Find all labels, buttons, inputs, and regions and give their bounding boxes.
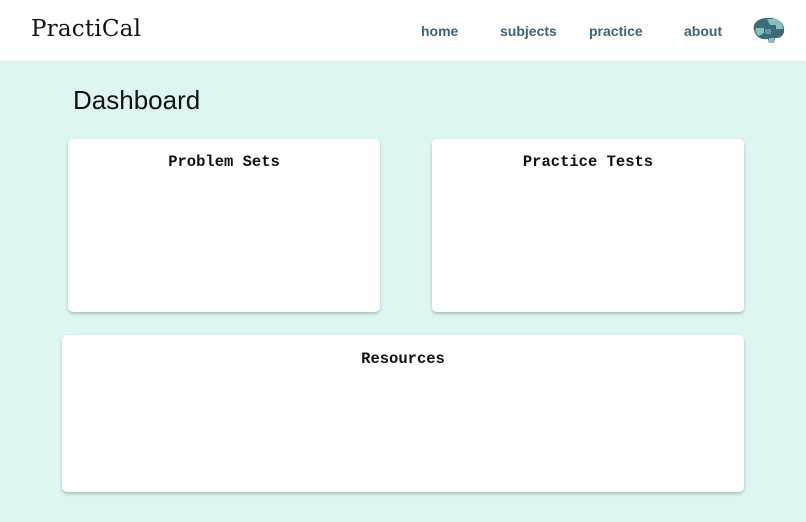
card-title-resources: Resources [361, 350, 445, 368]
card-title-problem-sets: Problem Sets [168, 153, 280, 171]
nav-subjects[interactable]: subjects [500, 23, 557, 39]
problem-sets-card[interactable]: Problem Sets [68, 139, 380, 312]
nav-practice[interactable]: practice [589, 23, 643, 39]
nav-home[interactable]: home [421, 23, 458, 39]
resources-card[interactable]: Resources [62, 335, 744, 492]
page-title: Dashboard [73, 85, 201, 115]
brand-logo-text[interactable]: PractiCal [31, 16, 141, 42]
top-navbar: PractiCal home subjects practice about [0, 0, 806, 62]
brain-icon[interactable] [750, 16, 786, 46]
nav-about[interactable]: about [684, 23, 722, 39]
practice-tests-card[interactable]: Practice Tests [432, 139, 744, 312]
card-title-practice-tests: Practice Tests [522, 153, 654, 171]
